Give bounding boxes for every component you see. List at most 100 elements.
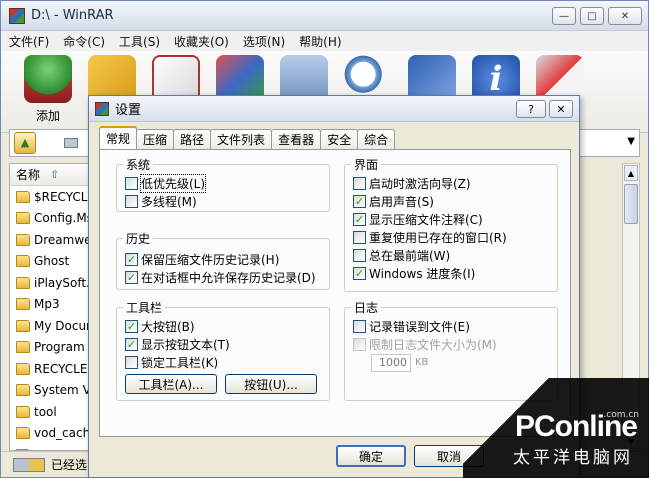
- menu-favorites[interactable]: 收藏夹(O): [174, 33, 229, 50]
- checkbox-lock-toolbar-label: 锁定工具栏(K): [141, 356, 219, 370]
- list-item[interactable]: Config.Ms: [10, 208, 92, 230]
- scroll-thumb[interactable]: [624, 184, 638, 224]
- checkbox-windows-progress-box: ✓: [353, 267, 366, 280]
- list-item[interactable]: …: [10, 444, 92, 450]
- checkbox-enable-sound-box: ✓: [353, 195, 366, 208]
- add-archive-icon: [24, 55, 72, 103]
- menu-help[interactable]: 帮助(H): [299, 33, 341, 50]
- checkbox-log-errors[interactable]: 记录错误到文件(E): [353, 318, 470, 335]
- checkbox-wizard-startup[interactable]: 启动时激活向导(Z): [353, 175, 471, 192]
- winrar-app-icon: [9, 7, 25, 24]
- checkbox-multithread[interactable]: 多线程(M): [125, 193, 197, 210]
- menu-commands[interactable]: 命令(C): [63, 33, 105, 50]
- folder-icon: [16, 212, 30, 225]
- list-item[interactable]: Dreamwea: [10, 229, 92, 251]
- checkbox-keep-archive-history-label: 保留压缩文件历史记录(H): [141, 253, 280, 267]
- dialog-title-bar[interactable]: 设置 ? ✕: [89, 96, 579, 122]
- checkbox-reuse-window-box: [353, 231, 366, 244]
- help-button[interactable]: ?: [516, 100, 546, 118]
- list-item[interactable]: System Vo: [10, 380, 92, 402]
- minimize-button[interactable]: —: [552, 7, 576, 25]
- folder-icon: [16, 384, 30, 397]
- checkbox-limit-log-size-label: 限制日志文件大小为(M): [369, 338, 497, 352]
- file-name: vod_cache: [34, 426, 93, 441]
- checkbox-show-button-text[interactable]: ✓ 显示按钮文本(T): [125, 336, 230, 353]
- checkbox-windows-progress[interactable]: ✓ Windows 进度条(I): [353, 265, 475, 282]
- add-label: 添加: [35, 109, 60, 123]
- checkbox-show-comment[interactable]: ✓ 显示压缩文件注释(C): [353, 211, 483, 228]
- checkbox-always-on-top[interactable]: 总在最前端(W): [353, 247, 450, 264]
- dialog-title-buttons: ? ✕: [516, 100, 573, 118]
- tab-integration[interactable]: 综合: [357, 129, 396, 149]
- tab-viewer[interactable]: 查看器: [271, 129, 322, 149]
- close-button[interactable]: ✕: [608, 7, 642, 25]
- checkbox-keep-archive-history[interactable]: ✓ 保留压缩文件历史记录(H): [125, 251, 279, 268]
- folder-icon: [16, 276, 30, 289]
- column-header-name[interactable]: 名称 ⇧: [10, 164, 92, 186]
- menu-file[interactable]: 文件(F): [9, 33, 49, 50]
- folder-icon: [16, 233, 30, 246]
- toolbar-settings-button[interactable]: 工具栏(A)...: [125, 374, 217, 394]
- drive-icon: [64, 138, 78, 148]
- checkbox-enable-sound[interactable]: ✓ 启用声音(S): [353, 193, 434, 210]
- checkbox-windows-progress-label: Windows 进度条(I): [369, 267, 476, 281]
- file-list[interactable]: 名称 ⇧ $RECYCLE Config.Ms Dreamwea Ghost iPlay…: [9, 163, 93, 451]
- list-item[interactable]: vod_cache: [10, 423, 92, 445]
- list-item[interactable]: Mp3: [10, 294, 92, 316]
- tab-security[interactable]: 安全: [320, 129, 359, 149]
- scroll-up-arrow[interactable]: ▲: [624, 165, 638, 181]
- list-item[interactable]: iPlaySoft.c: [10, 272, 92, 294]
- list-item[interactable]: RECYCLER: [10, 358, 92, 380]
- tab-file-list[interactable]: 文件列表: [210, 129, 273, 149]
- checkbox-low-priority[interactable]: 低优先级(L): [125, 174, 207, 193]
- checkbox-lock-toolbar-box: [125, 356, 138, 369]
- maximize-button[interactable]: □: [580, 7, 604, 25]
- status-drive-key-icon: [13, 457, 45, 472]
- checkbox-multithread-box: [125, 195, 138, 208]
- status-text: 已经选: [51, 458, 88, 472]
- menu-tools[interactable]: 工具(S): [119, 33, 160, 50]
- menu-options[interactable]: 选项(N): [243, 33, 285, 50]
- group-system: 系统 低优先级(L) 多线程(M): [116, 156, 330, 212]
- group-toolbar-title: 工具栏: [123, 299, 166, 316]
- tab-general[interactable]: 常规: [99, 126, 138, 149]
- group-history: 历史 ✓ 保留压缩文件历史记录(H) ✓ 在对话框中允许保存历史记录(D): [116, 230, 330, 290]
- checkbox-large-buttons[interactable]: ✓ 大按钮(B): [125, 318, 195, 335]
- dialog-title: 设置: [115, 103, 142, 118]
- checkbox-wizard-startup-label: 启动时激活向导(Z): [369, 177, 471, 191]
- list-item[interactable]: tool: [10, 401, 92, 423]
- list-item[interactable]: My Docum: [10, 315, 92, 337]
- up-folder-button[interactable]: ▲: [14, 132, 36, 154]
- folder-icon: [16, 362, 30, 375]
- checkbox-low-priority-label: 低优先级(L): [139, 174, 207, 193]
- dialog-close-button[interactable]: ✕: [549, 100, 573, 118]
- checkbox-show-button-text-box: ✓: [125, 338, 138, 351]
- tab-paths[interactable]: 路径: [173, 129, 212, 149]
- list-item[interactable]: Program F: [10, 337, 92, 359]
- buttons-settings-button[interactable]: 按钮(U)...: [225, 374, 317, 394]
- list-item[interactable]: $RECYCLE: [10, 186, 92, 208]
- checkbox-show-button-text-label: 显示按钮文本(T): [141, 338, 230, 352]
- checkbox-reuse-window[interactable]: 重复使用已存在的窗口(R): [353, 229, 507, 246]
- checkbox-show-comment-label: 显示压缩文件注释(C): [369, 213, 483, 227]
- group-toolbar: 工具栏 ✓ 大按钮(B) ✓ 显示按钮文本(T) 锁定工具栏(K) 工具栏(A)…: [116, 299, 330, 401]
- checkbox-log-errors-box: [353, 320, 366, 333]
- file-name: Ghost: [34, 254, 70, 269]
- ok-button[interactable]: 确定: [336, 445, 406, 467]
- file-name: tool: [34, 404, 57, 419]
- checkbox-log-errors-label: 记录错误到文件(E): [369, 320, 470, 334]
- checkbox-dialog-history[interactable]: ✓ 在对话框中允许保存历史记录(D): [125, 269, 316, 286]
- group-log-title: 日志: [351, 299, 382, 316]
- address-dropdown-arrow[interactable]: ▼: [627, 136, 635, 147]
- folder-icon: [16, 405, 30, 418]
- group-interface-title: 界面: [351, 156, 382, 173]
- tab-compression[interactable]: 压缩: [136, 129, 175, 149]
- checkbox-low-priority-box: [125, 177, 138, 190]
- checkbox-lock-toolbar[interactable]: 锁定工具栏(K): [125, 354, 218, 371]
- file-name: System Vo: [34, 383, 93, 398]
- file-name: Mp3: [34, 297, 60, 312]
- list-item[interactable]: Ghost: [10, 251, 92, 273]
- title-bar[interactable]: D:\ - WinRAR — □ ✕: [1, 1, 648, 31]
- checkbox-dialog-history-box: ✓: [125, 271, 138, 284]
- add-button[interactable]: 添加: [19, 51, 77, 132]
